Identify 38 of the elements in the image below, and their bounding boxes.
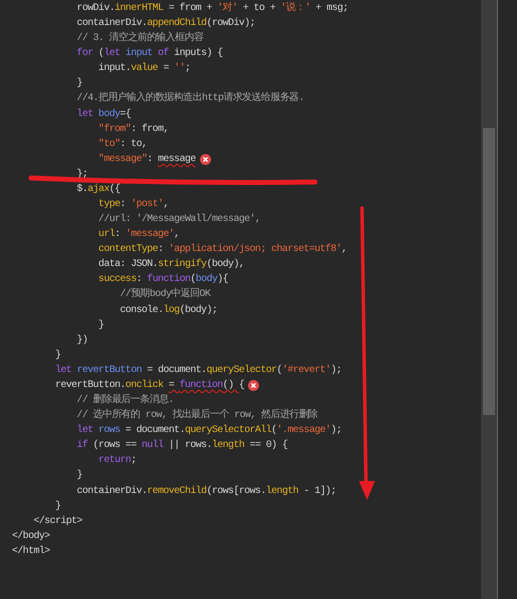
code-line: return; (97, 454, 136, 468)
code-line: data: JSON.stringify(body), (97, 258, 244, 272)
code-line: success: function(body){ (97, 272, 228, 288)
code-line: </html> (12, 544, 50, 559)
code-line: } (97, 318, 104, 333)
code-line: } (76, 76, 82, 92)
code-line: "message": message (97, 152, 196, 167)
code-line: let body={ (76, 108, 131, 122)
code-line: type: 'post', (97, 198, 169, 212)
code-line: console.log(body); (119, 304, 218, 318)
scrollbar-track[interactable] (481, 0, 497, 599)
code-line: </script> (32, 514, 82, 529)
code-line: let rows = document.querySelectorAll('.message'); (76, 424, 342, 438)
code-line: // 3. 清空之前的输入框内容 (76, 31, 204, 46)
code-line: // 选中所有的 row, 找出最后一个 row, 然后进行删除 (76, 408, 318, 424)
code-line: rowDiv.innerHTML = from + '对' + to + '说：' + msg; (76, 1, 348, 16)
code-line: // 删除最后一条消息. (76, 393, 174, 408)
code-line: for (let input of inputs) { (76, 46, 223, 62)
code-line: let revertButton = document.querySelector('#revert'); (54, 364, 342, 378)
scrollbar-thumb[interactable] (483, 128, 495, 415)
code-line: </body> (12, 530, 50, 544)
code-line: containerDiv.removeChild(rows[rows.length - 1]); (76, 484, 336, 498)
code-line: }) (76, 334, 88, 348)
code-line: contentType: 'application/json; charset=utf8', (97, 242, 347, 258)
code-line: //4.把用户输入的数据构造出http请求发送给服务器. (76, 91, 304, 106)
code-line: "from": from, (97, 122, 169, 137)
code-line: //预期body中返回OK (119, 287, 210, 302)
code-line: input.value = ''; (97, 62, 190, 76)
code-line: $.ajax({ (76, 182, 120, 197)
code-line: if (rows == null || rows.length == 0) { (76, 438, 288, 454)
code-line: //url: '/MessageWall/message', (97, 212, 260, 228)
code-line: } (76, 468, 82, 484)
code-line: revertButton.onclick = function() { (54, 378, 244, 393)
code-line: } (54, 500, 61, 514)
code-line: "to": to, (97, 138, 148, 152)
code-line: containerDiv.appendChild(rowDiv); (76, 16, 256, 32)
code-line: url: 'message', (97, 228, 180, 242)
code-line: } (54, 348, 61, 363)
